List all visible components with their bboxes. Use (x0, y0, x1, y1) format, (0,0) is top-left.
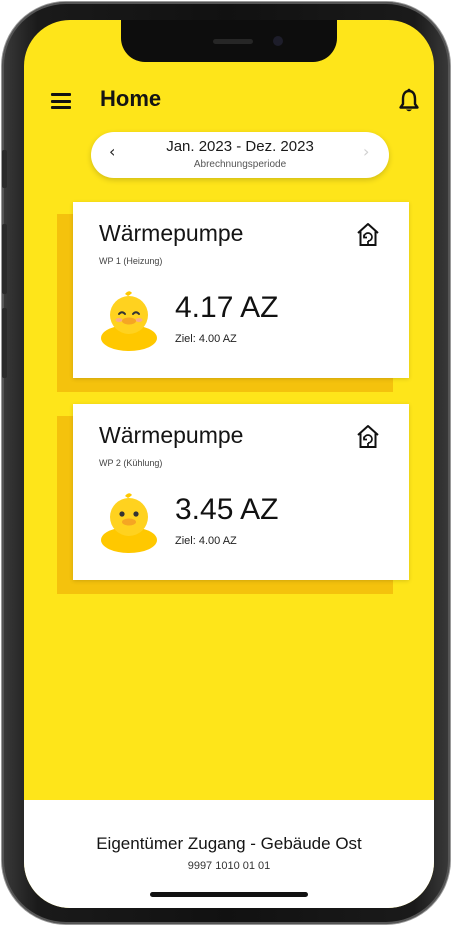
chevron-right-icon[interactable]: › (363, 142, 369, 161)
volume-up-button (2, 224, 7, 294)
happy-duck-icon (101, 291, 157, 351)
hamburger-icon[interactable] (51, 93, 71, 109)
neutral-duck-icon (101, 493, 157, 553)
account-title: Eigentümer Zugang - Gebäude Ost (96, 834, 362, 853)
period-label: Abrechnungsperiode (193, 159, 287, 170)
target-value: Ziel: 4.00 AZ (175, 333, 237, 345)
period-selector: ‹ Jan. 2023 - Dez. 2023 Abrechnungsperio… (91, 132, 389, 178)
heatpump-card-1-wrapper: Wärmepumpe WP 1 (Heizung) 4.17 AZ Ziel: … (57, 202, 409, 400)
heatpump-card-2-wrapper: Wärmepumpe WP 2 (Kühlung) 3.45 AZ Ziel: … (57, 404, 409, 602)
front-camera (273, 36, 283, 46)
card-subtitle: WP 1 (Heizung) (99, 256, 163, 266)
app-screen: Home ‹ Jan. 2023 - Dez. 2023 Abrechnungs… (24, 20, 434, 908)
speaker-grille (213, 39, 253, 44)
account-id: 9997 1010 01 01 (187, 860, 271, 872)
home-indicator[interactable] (150, 892, 308, 897)
phone-frame: Home ‹ Jan. 2023 - Dez. 2023 Abrechnungs… (2, 2, 450, 924)
notch (121, 20, 337, 62)
performance-value: 4.17 AZ (175, 291, 279, 324)
target-value: Ziel: 4.00 AZ (175, 535, 237, 547)
heatpump-card[interactable]: Wärmepumpe WP 2 (Kühlung) 3.45 AZ Ziel: … (73, 404, 409, 580)
volume-down-button (2, 308, 7, 378)
mute-switch (2, 150, 7, 188)
period-range: Jan. 2023 - Dez. 2023 (166, 138, 314, 155)
house-heatpump-icon[interactable] (356, 222, 380, 248)
performance-value: 3.45 AZ (175, 493, 279, 526)
card-subtitle: WP 2 (Kühlung) (99, 458, 163, 468)
heatpump-card[interactable]: Wärmepumpe WP 1 (Heizung) 4.17 AZ Ziel: … (73, 202, 409, 378)
app-header: Home (24, 84, 434, 118)
account-footer: Eigentümer Zugang - Gebäude Ost 9997 101… (24, 800, 434, 908)
card-title: Wärmepumpe (99, 422, 244, 448)
house-heatpump-icon[interactable] (356, 424, 380, 450)
card-title: Wärmepumpe (99, 220, 244, 246)
page-title: Home (100, 86, 162, 111)
bell-icon[interactable] (398, 88, 420, 114)
